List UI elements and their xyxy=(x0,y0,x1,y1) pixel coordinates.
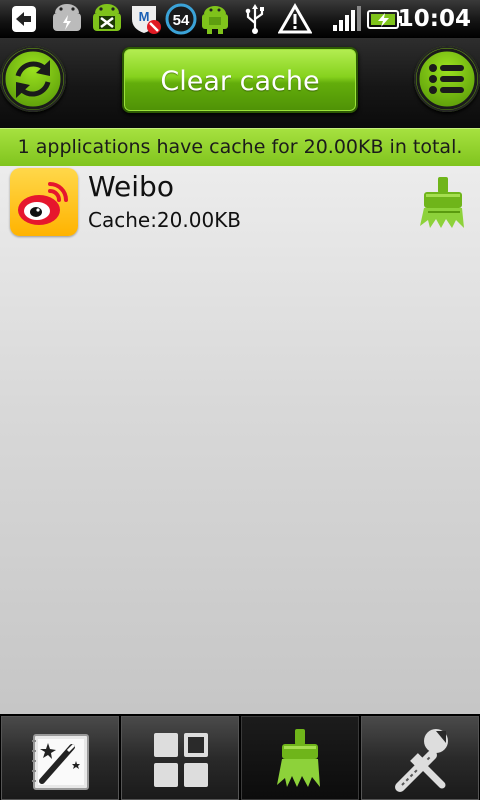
broom-icon[interactable] xyxy=(416,174,472,230)
refresh-icon xyxy=(2,48,64,110)
list-menu-icon xyxy=(416,48,478,110)
shield-blocked-icon: M xyxy=(132,6,161,34)
status-time: 10:04 xyxy=(397,6,471,32)
list-item[interactable]: Weibo Cache:20.00KB xyxy=(0,166,480,242)
cache-summary-banner: 1 applications have cache for 20.00KB in… xyxy=(0,128,480,166)
tab-optimize[interactable] xyxy=(1,716,119,800)
svg-text:54: 54 xyxy=(173,12,190,29)
app-list: Weibo Cache:20.00KB xyxy=(0,166,480,714)
svg-text:M: M xyxy=(139,9,150,24)
speed-badge-icon: 54 xyxy=(165,3,197,35)
app-cache-size: Cache:20.00KB xyxy=(88,208,242,232)
refresh-button[interactable] xyxy=(0,46,66,112)
signal-icon xyxy=(333,6,361,31)
tab-apps[interactable] xyxy=(121,716,239,800)
magic-wand-icon xyxy=(32,734,89,790)
weibo-icon xyxy=(10,168,78,236)
warning-icon xyxy=(278,3,312,34)
tab-cache-cleaner[interactable] xyxy=(241,716,359,800)
app-name: Weibo xyxy=(88,170,174,203)
clear-cache-button[interactable]: Clear cache xyxy=(122,47,358,113)
android-x-icon xyxy=(93,4,121,31)
tools-icon xyxy=(395,729,448,792)
android-download-icon xyxy=(202,6,228,34)
broom-icon xyxy=(277,729,320,787)
status-bar: M 54 10:04 xyxy=(0,0,480,38)
android-charging-icon xyxy=(53,4,81,31)
usb-icon xyxy=(245,4,264,34)
tab-tools[interactable] xyxy=(361,716,479,800)
back-arrow-icon xyxy=(12,6,36,32)
bottom-nav xyxy=(0,714,480,800)
toolbar: Clear cache xyxy=(0,38,480,128)
grid-icon xyxy=(154,733,208,787)
list-menu-button[interactable] xyxy=(414,46,480,112)
